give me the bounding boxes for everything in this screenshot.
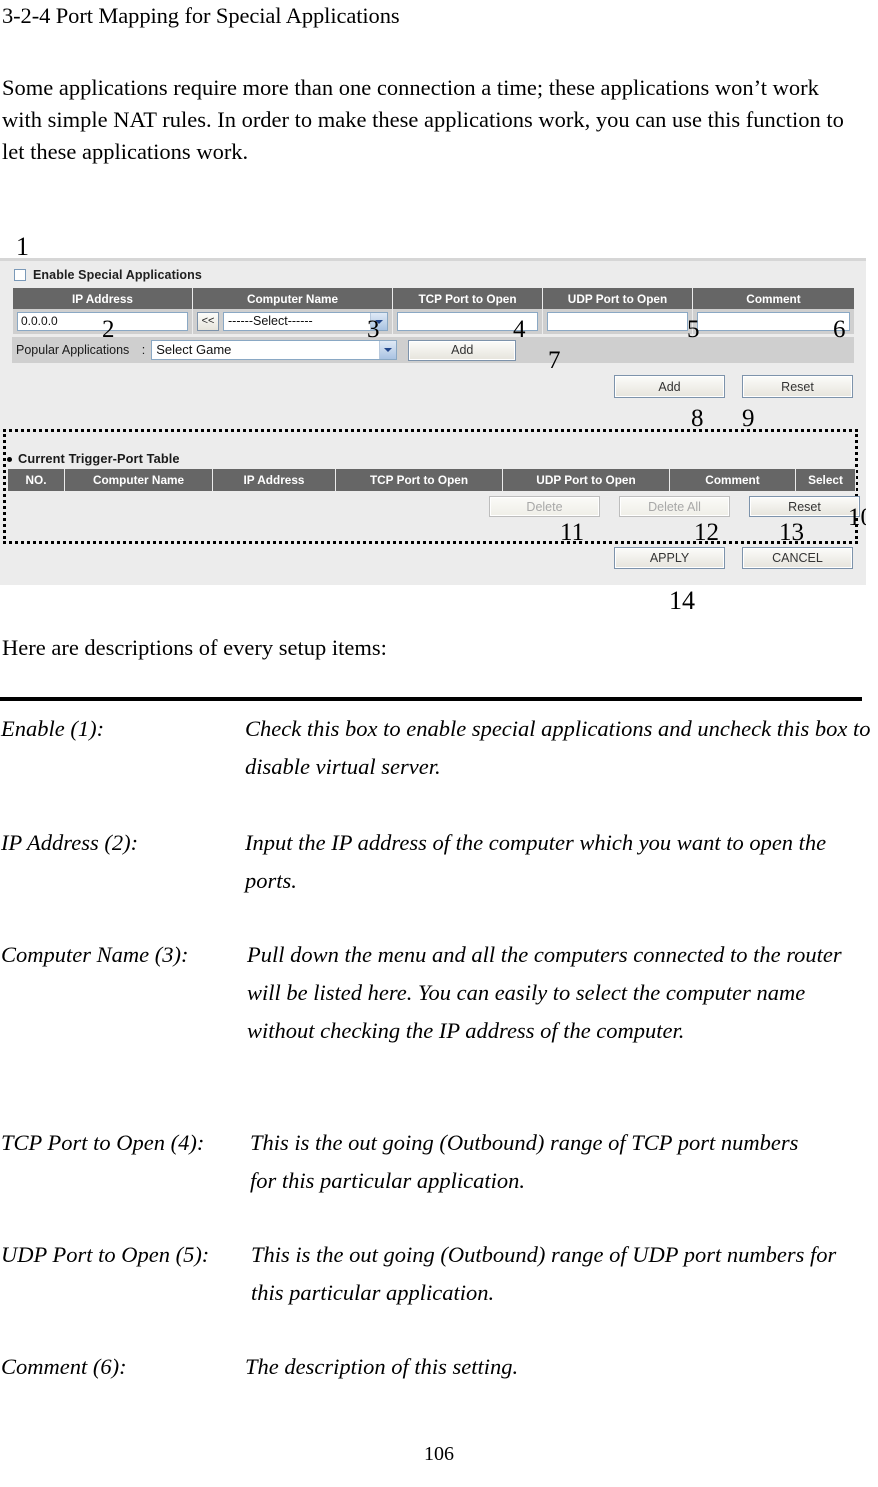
definition-description: This is the out going (Outbound) range o… bbox=[251, 1242, 837, 1305]
callout-8: 8 bbox=[691, 405, 704, 432]
cell-udp-port bbox=[542, 309, 693, 334]
definition-term: TCP Port to Open (4): bbox=[1, 1130, 205, 1155]
add-button[interactable]: Add bbox=[614, 375, 725, 398]
current-table-action-buttons: Delete Delete All Reset bbox=[489, 496, 860, 517]
comment-input[interactable] bbox=[697, 312, 850, 331]
definition-term: UDP Port to Open (5): bbox=[1, 1242, 210, 1267]
header-tcp-port-to-open: TCP Port to Open bbox=[335, 469, 503, 491]
header-udp-port-to-open: UDP Port to Open bbox=[542, 288, 693, 309]
current-table-header-row: NO. Computer Name IP Address TCP Port to… bbox=[7, 469, 856, 491]
current-trigger-port-table-title: Current Trigger-Port Table bbox=[18, 451, 180, 466]
header-select: Select bbox=[795, 469, 856, 491]
chevron-down-icon[interactable] bbox=[379, 341, 397, 359]
page-number: 106 bbox=[424, 1443, 454, 1465]
header-comment: Comment bbox=[669, 469, 796, 491]
router-config-panel: Enable Special Applications IP Address C… bbox=[0, 258, 866, 585]
form-action-buttons: Add Reset bbox=[614, 375, 853, 398]
enable-special-applications-label: Enable Special Applications bbox=[33, 268, 202, 282]
callout-2: 2 bbox=[102, 316, 115, 343]
computer-name-select[interactable]: ------Select------ bbox=[223, 312, 388, 331]
callout-7: 7 bbox=[548, 347, 561, 374]
definition-term: Enable (1): bbox=[1, 716, 105, 741]
callout-4: 4 bbox=[513, 316, 526, 343]
delete-all-button[interactable]: Delete All bbox=[619, 496, 730, 517]
special-application-form-table: IP Address Computer Name TCP Port to Ope… bbox=[12, 288, 855, 334]
definition-description: Input the IP address of the computer whi… bbox=[245, 830, 827, 893]
cell-comment bbox=[692, 309, 855, 334]
intro-paragraph: Some applications require more than one … bbox=[2, 75, 844, 165]
popular-applications-row: Popular Applications : Select Game Add bbox=[12, 337, 854, 363]
popular-applications-select[interactable]: Select Game bbox=[151, 340, 398, 360]
callout-10: 10 bbox=[848, 504, 866, 531]
page-action-buttons: APPLY CANCEL bbox=[614, 547, 853, 569]
header-tcp-port-to-open: TCP Port to Open bbox=[392, 288, 543, 309]
cancel-button[interactable]: CANCEL bbox=[742, 547, 853, 569]
header-ip-address: IP Address bbox=[12, 288, 193, 309]
panel-top-strip bbox=[0, 258, 866, 261]
form-table-input-row: 0.0.0.0 << ------Select------ bbox=[12, 309, 855, 334]
header-comment: Comment bbox=[692, 288, 855, 309]
callout-11: 11 bbox=[560, 519, 585, 546]
definition-term: Computer Name (3): bbox=[1, 942, 189, 967]
definition-description: Check this box to enable special applica… bbox=[245, 716, 871, 779]
callout-13: 13 bbox=[779, 519, 804, 546]
callout-3: 3 bbox=[367, 316, 380, 343]
apply-button[interactable]: APPLY bbox=[614, 547, 725, 569]
definition-term: IP Address (2): bbox=[1, 830, 139, 855]
header-udp-port-to-open: UDP Port to Open bbox=[502, 469, 670, 491]
definition-description: The description of this setting. bbox=[245, 1354, 519, 1379]
enable-special-applications-checkbox[interactable] bbox=[14, 269, 26, 281]
horizontal-rule bbox=[0, 697, 862, 701]
page-title: 3-2-4 Port Mapping for Special Applicati… bbox=[2, 3, 400, 28]
reset-table-button[interactable]: Reset bbox=[749, 496, 860, 517]
definition-term: Comment (6): bbox=[1, 1354, 127, 1379]
reset-button[interactable]: Reset bbox=[742, 375, 853, 398]
enable-special-applications-row[interactable]: Enable Special Applications bbox=[14, 268, 202, 282]
form-table-header-row: IP Address Computer Name TCP Port to Ope… bbox=[12, 288, 855, 309]
copy-computer-name-button[interactable]: << bbox=[197, 312, 219, 331]
header-computer-name: Computer Name bbox=[192, 288, 393, 309]
udp-port-input[interactable] bbox=[547, 312, 688, 331]
callout-12: 12 bbox=[694, 519, 719, 546]
callout-1: 1 bbox=[16, 232, 29, 261]
delete-button[interactable]: Delete bbox=[489, 496, 600, 517]
header-no: NO. bbox=[7, 469, 65, 491]
descriptions-lead-in: Here are descriptions of every setup ite… bbox=[2, 635, 387, 660]
callout-5: 5 bbox=[687, 316, 700, 343]
callout-6: 6 bbox=[833, 316, 846, 343]
definition-description: Pull down the menu and all the computers… bbox=[247, 942, 842, 1043]
callout-9: 9 bbox=[742, 405, 755, 432]
bullet-icon bbox=[7, 457, 12, 462]
cell-computer-name: << ------Select------ bbox=[192, 309, 393, 334]
callout-14: 14 bbox=[669, 586, 695, 615]
current-trigger-port-table: NO. Computer Name IP Address TCP Port to… bbox=[7, 469, 856, 491]
popular-applications-add-button[interactable]: Add bbox=[408, 339, 517, 361]
popular-applications-selected-value: Select Game bbox=[156, 342, 232, 357]
definition-description: This is the out going (Outbound) range o… bbox=[250, 1130, 799, 1193]
header-ip-address: IP Address bbox=[212, 469, 336, 491]
popular-applications-label: Popular Applications : bbox=[16, 343, 146, 357]
header-computer-name: Computer Name bbox=[64, 469, 213, 491]
computer-name-selected-value: ------Select------ bbox=[228, 314, 313, 328]
